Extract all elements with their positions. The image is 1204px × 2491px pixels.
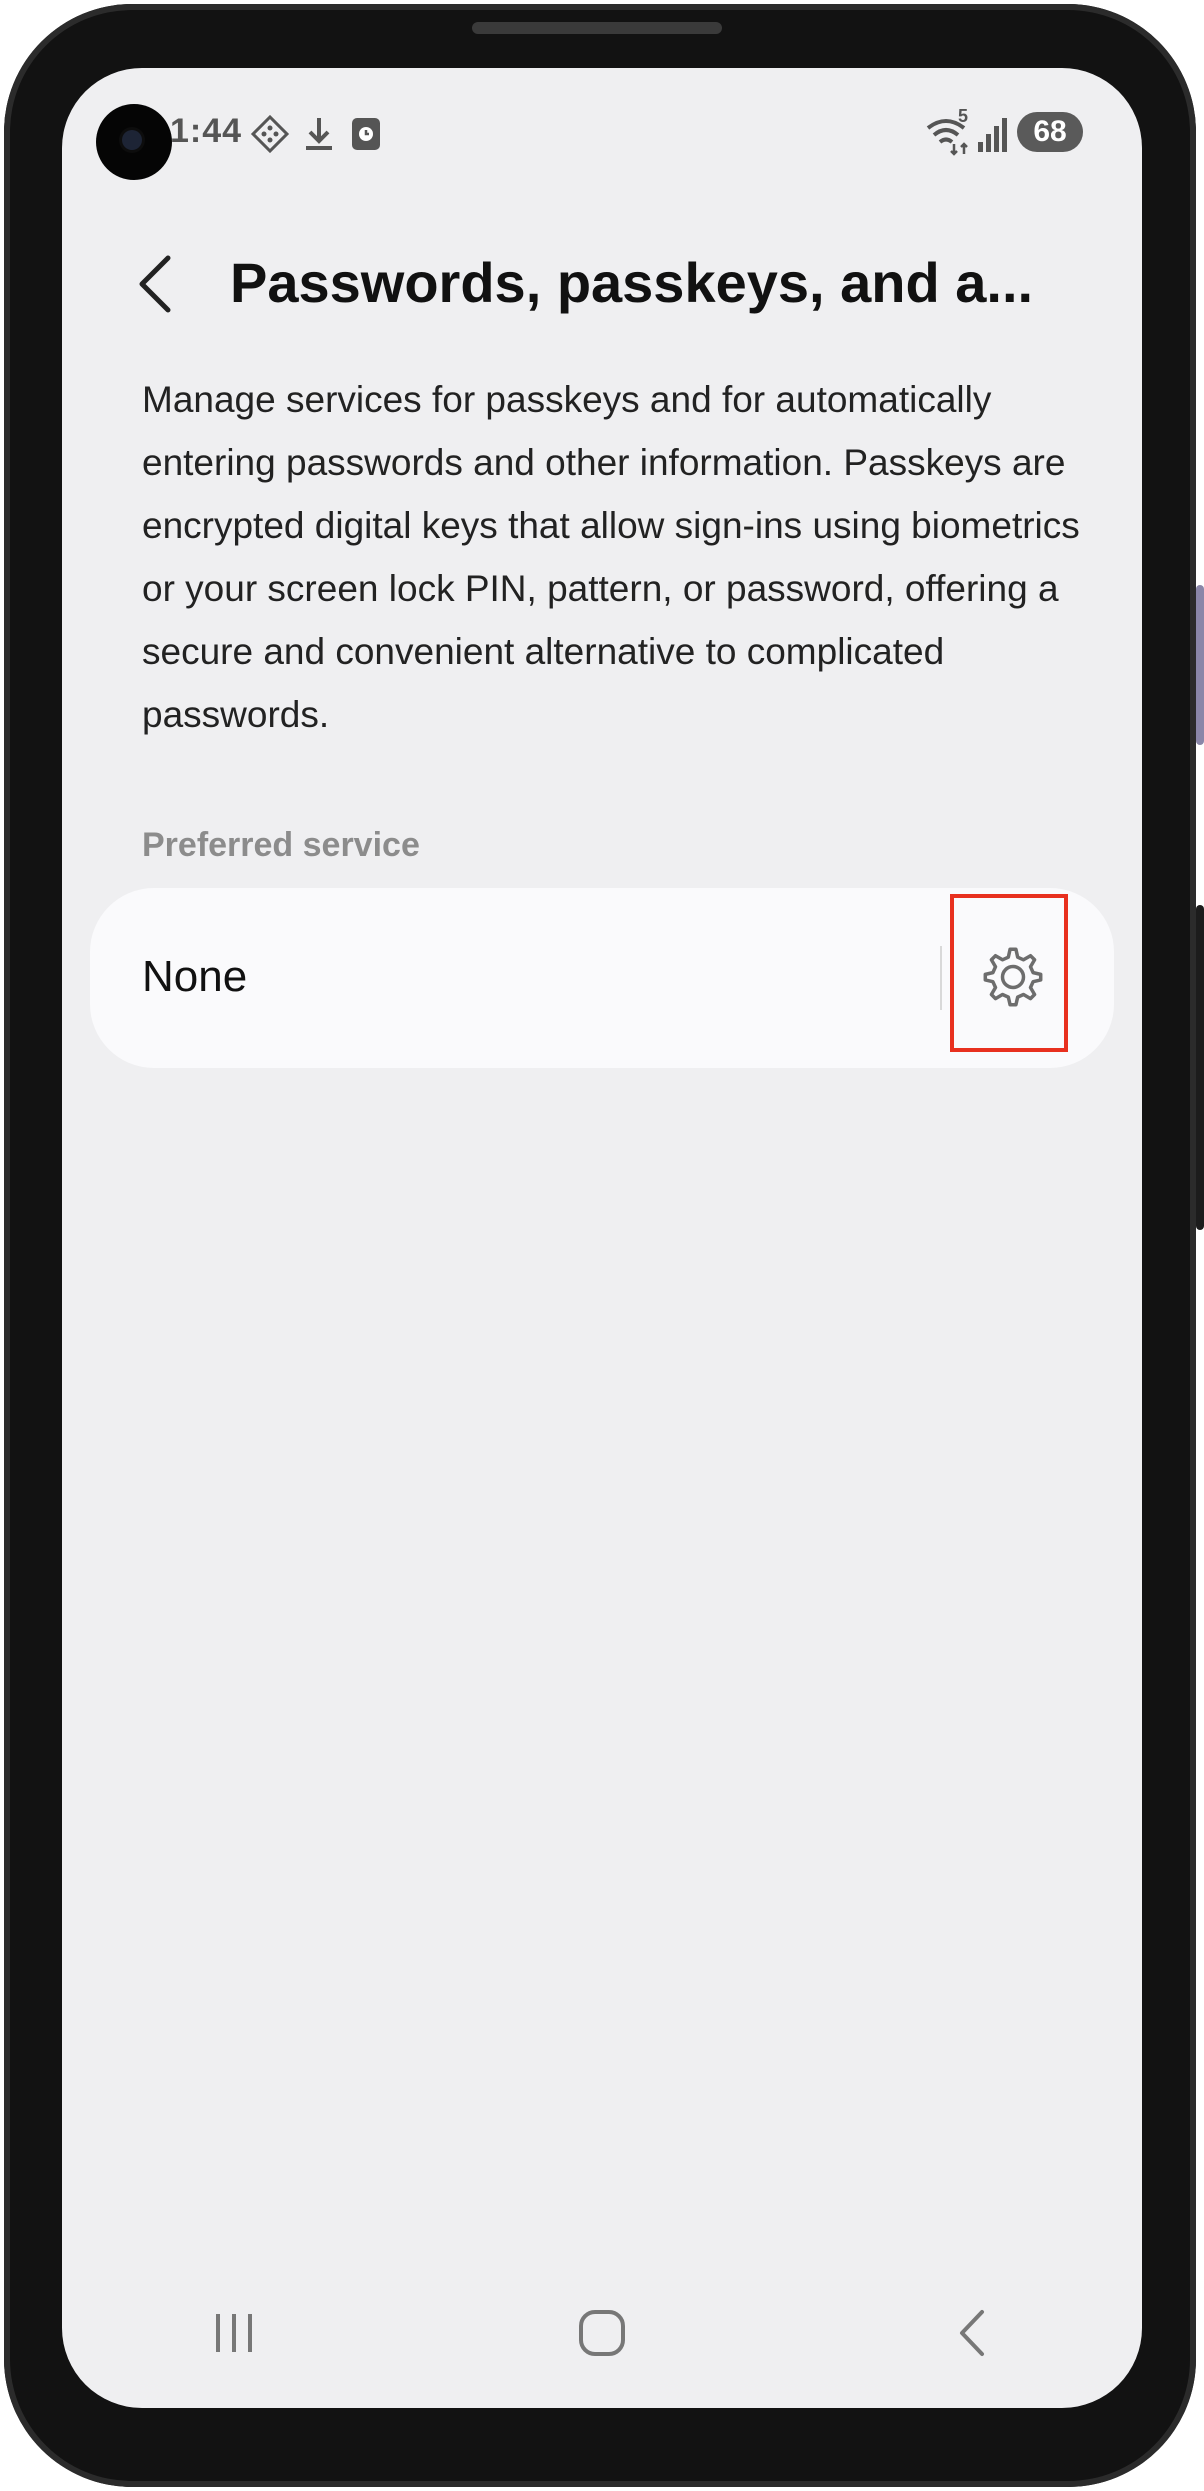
back-button[interactable]: [132, 252, 182, 316]
power-button: [1196, 905, 1204, 1230]
back-icon[interactable]: [948, 2308, 998, 2358]
page-title: Passwords, passkeys, and a...: [230, 251, 1034, 314]
preferred-service-value: None: [142, 952, 248, 1001]
screen: 1:44 5 68 Passwords, passkeys, and a... …: [62, 68, 1142, 2408]
section-label-preferred-service: Preferred service: [142, 826, 420, 864]
clock-app-icon: [352, 118, 380, 150]
gallery-icon: [250, 114, 290, 154]
description-text: Manage services for passkeys and for aut…: [142, 379, 1080, 735]
divider: [940, 946, 942, 1010]
status-time: 1:44: [170, 112, 243, 150]
preferred-service-item[interactable]: None: [90, 888, 1114, 1068]
signal-icon: [978, 118, 1007, 152]
front-camera: [96, 104, 172, 180]
battery-indicator: 68: [1017, 112, 1083, 152]
gear-icon: [983, 947, 1043, 1007]
download-icon: [306, 118, 332, 150]
settings-button[interactable]: [950, 894, 1068, 1052]
earpiece: [472, 22, 722, 34]
recents-icon[interactable]: [210, 2308, 260, 2358]
volume-button: [1196, 585, 1204, 745]
wifi-label: 5: [958, 106, 969, 126]
home-icon[interactable]: [577, 2308, 627, 2358]
